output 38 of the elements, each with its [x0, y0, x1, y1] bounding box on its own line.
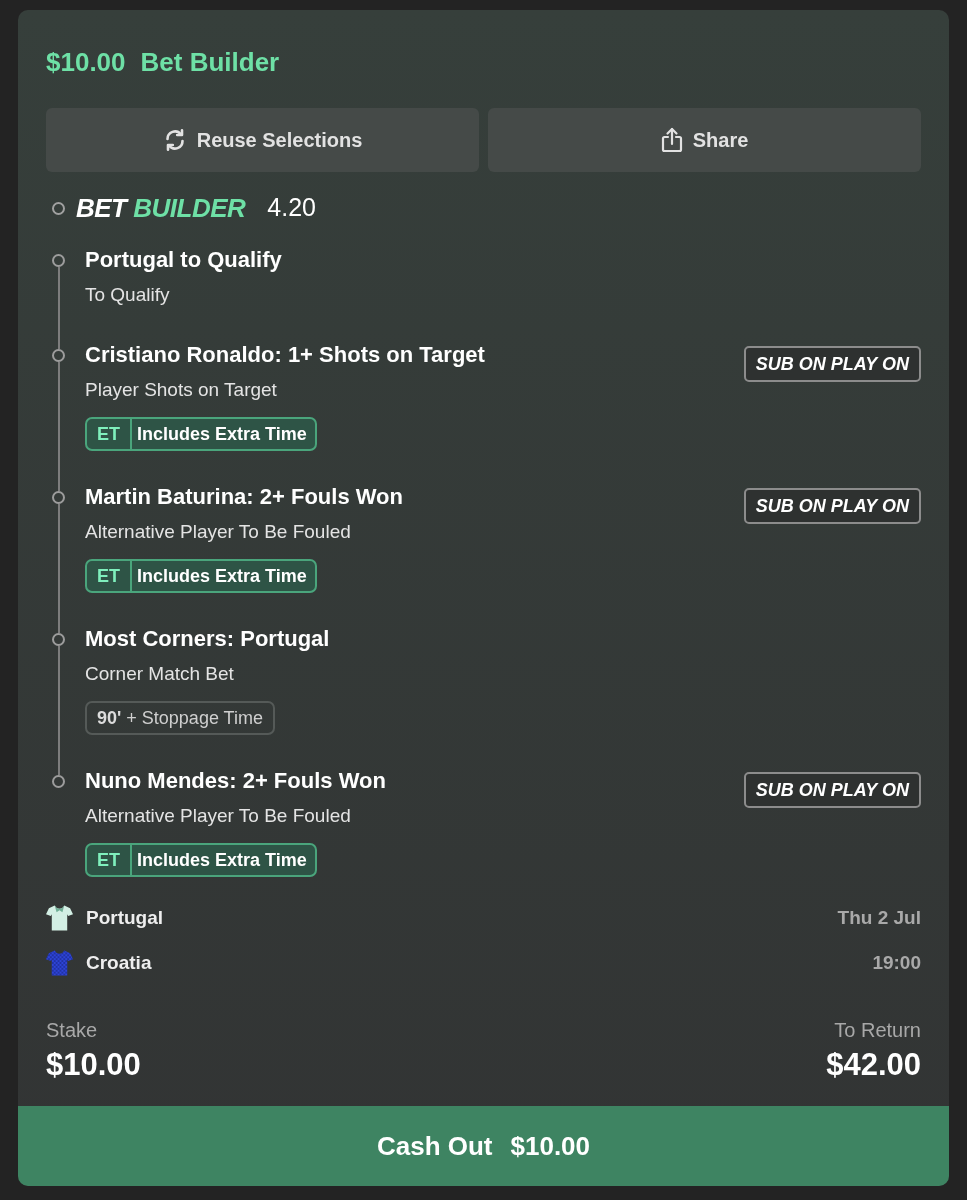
- stake-label: Stake: [46, 1018, 98, 1042]
- market-name: To Qualify: [85, 283, 170, 307]
- tag-code: ET: [87, 845, 132, 875]
- return-label: To Return: [834, 1018, 921, 1042]
- team-name: Croatia: [86, 950, 152, 975]
- tag-label: + Stoppage Time: [126, 706, 263, 730]
- selection-title: Martin Baturina: 2+ Fouls Won: [85, 483, 403, 511]
- market-name: Alternative Player To Be Fouled: [85, 804, 351, 828]
- tag-label: Includes Extra Time: [136, 564, 308, 588]
- return-amount: $42.00: [826, 1047, 921, 1083]
- selection-title: Cristiano Ronaldo: 1+ Shots on Target: [85, 341, 485, 369]
- market-name: Alternative Player To Be Fouled: [85, 520, 351, 544]
- market-name: Player Shots on Target: [85, 378, 277, 402]
- share-button[interactable]: Share: [488, 108, 921, 172]
- match-time: 19:00: [871, 950, 921, 975]
- market-name: Corner Match Bet: [85, 662, 234, 686]
- stake-amount: $10.00: [46, 1047, 141, 1083]
- promo-tag: SUB ON PLAY ON: [743, 772, 921, 808]
- tag-label: Includes Extra Time: [136, 848, 308, 872]
- promo-tag: SUB ON PLAY ON: [743, 488, 921, 524]
- tag-code: 90': [97, 706, 122, 730]
- bet-builder-logo: BET BUILDER: [76, 191, 246, 225]
- tag-code: ET: [87, 419, 132, 449]
- bet-odds: 4.20: [267, 192, 316, 224]
- tag-code: ET: [87, 561, 132, 591]
- bet-stake-title: $10.00: [46, 45, 126, 79]
- selection-title: Nuno Mendes: 2+ Fouls Won: [85, 767, 386, 795]
- tag-label: Includes Extra Time: [136, 422, 308, 446]
- bet-type-title: Bet Builder: [140, 45, 280, 79]
- promo-tag: SUB ON PLAY ON: [743, 346, 921, 382]
- share-icon: [660, 127, 683, 153]
- selection-title: Most Corners: Portugal: [85, 625, 330, 653]
- reuse-selections-button[interactable]: Reuse Selections: [46, 108, 479, 172]
- match-date: Thu 2 Jul: [837, 905, 921, 930]
- team-name: Portugal: [86, 905, 164, 930]
- selection-title: Portugal to Qualify: [85, 246, 282, 274]
- ring-icon: [52, 201, 65, 215]
- cash-out-button[interactable]: Cash Out $10.00: [18, 1106, 949, 1186]
